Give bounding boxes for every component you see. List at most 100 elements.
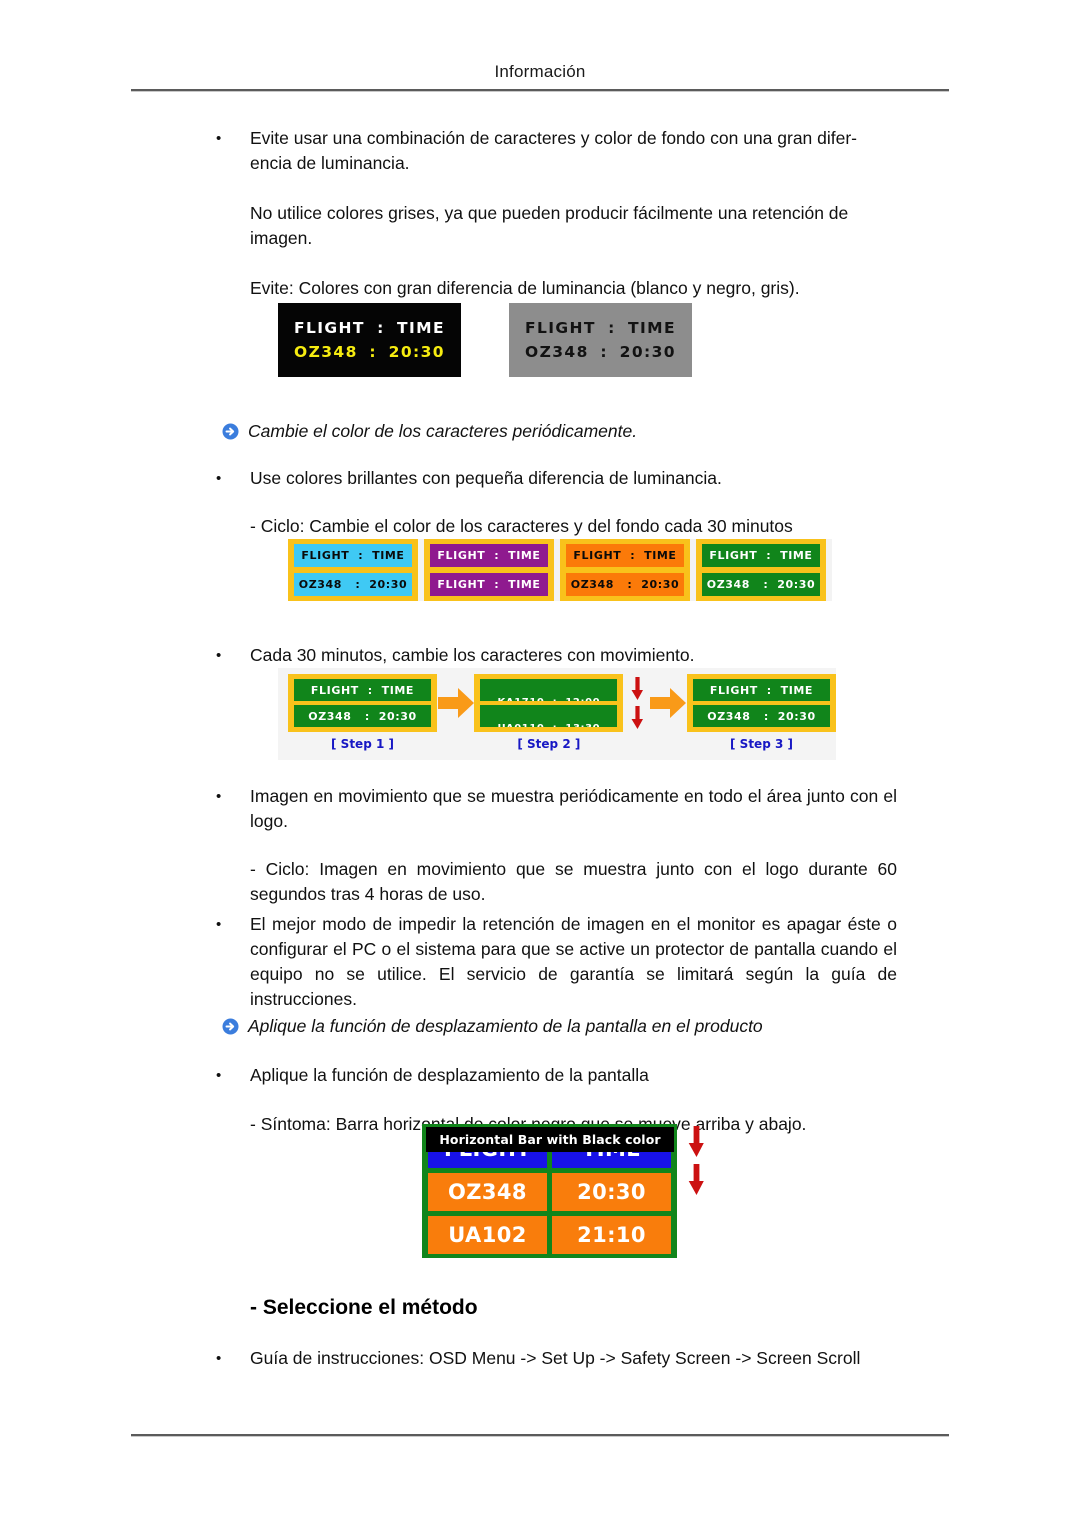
color-box-orange: FLIGHT : TIME OZ348 : 20:30 [560,539,690,601]
hbar-cell-2110: 21:10 [552,1216,671,1254]
step-2-row1-line-a: KA1710 : 12:00 [480,697,617,701]
section-heading-select-method: - Seleccione el método [250,1296,478,1319]
flight-time: 20:30 [619,343,676,361]
arrow-circle-icon [222,1018,239,1035]
color-box-orange-row1: FLIGHT : TIME [566,544,684,567]
separator-colon: : [600,343,609,361]
bullet-text-line1: Evite usar una combinación de caracteres… [250,128,858,148]
text-block-change-color: Cambie el color de los caracteres periód… [131,419,949,539]
text-block-select-method: - Seleccione el método • Guía de instruc… [131,1296,949,1371]
text-block-moving-image: • Imagen en movimiento que se muestra pe… [131,784,949,907]
footer-divider [131,1434,949,1437]
step-2-row2-line-a: UA0110 : 13:30 [480,723,617,727]
figure-color-cycle-boxes: FLIGHT : TIME OZ348 : 20:30 FLIGHT : TIM… [288,539,832,601]
paragraph-cycle-30min: - Ciclo: Cambie el color de los caracter… [250,516,793,536]
color-box-purple-row1: FLIGHT : TIME [430,544,548,567]
paragraph-avoid-luminance: Evite: Colores con gran diferencia de lu… [250,278,800,298]
color-box-purple: FLIGHT : TIME FLIGHT : TIME [424,539,554,601]
flight-time: 20:30 [388,343,445,361]
bullet-item: • Guía de instrucciones: OSD Menu -> Set… [131,1346,949,1371]
bullet-marker: • [216,788,222,805]
orange-arrow-icon-2 [650,674,687,732]
hbar-cell-oz348: OZ348 [428,1173,547,1211]
color-box-cyan-row1: FLIGHT : TIME [294,544,412,567]
bullet-item: • Imagen en movimiento que se muestra pe… [131,784,949,834]
text-block-screen-scroll: Aplique la función de desplazamiento de … [131,1014,949,1137]
text-block-best-method: • El mejor modo de impedir la retención … [131,912,949,1012]
separator-colon: : [369,343,378,361]
separator-colon: : [377,319,385,337]
flight-label: FLIGHT [294,319,365,337]
bullet-text-move-characters: Cada 30 minutos, cambie los caracteres c… [250,645,695,665]
paragraph-cycle-60s: - Ciclo: Imagen en movimiento que se mue… [250,859,897,904]
flight-number: OZ348 [525,343,589,361]
bullet-item: • Evite usar una combinación de caracter… [131,126,949,176]
bullet-marker: • [216,470,222,487]
flight-label: FLIGHT [525,319,596,337]
step-3: FLIGHT : TIME OZ348 : 20:30 [ Step 3 ] [687,674,836,751]
bullet-marker: • [216,1350,222,1367]
bullet-marker: • [216,916,222,933]
color-box-green-row1: FLIGHT : TIME [702,544,820,567]
step-2-row1: KA1710 : 12:00 AA0025 : 12:35 [480,679,618,701]
step-1-panel: FLIGHT : TIME OZ348 : 20:30 [288,674,437,732]
step-1-row1: FLIGHT : TIME [294,679,431,701]
text-block-intro: • Evite usar una combinación de caracter… [131,126,949,301]
bullet-marker: • [216,1067,222,1084]
arrow-heading-text: Aplique la función de desplazamiento de … [248,1016,763,1036]
flight-number: OZ348 [294,343,358,361]
arrow-down-icon [688,1126,704,1157]
arrow-heading-change-color: Cambie el color de los caracteres periód… [222,419,949,443]
bullet-item: • Use colores brillantes con pequeña dif… [131,466,949,491]
bullet-marker: • [216,130,222,147]
color-box-cyan-row2: OZ348 : 20:30 [294,573,412,596]
flight-panel-gray-row1: FLIGHT : TIME [525,316,676,340]
flight-panel-black-row1: FLIGHT : TIME [294,316,445,340]
page-header: Información [131,62,949,82]
step-1-label: [ Step 1 ] [331,737,394,751]
step-2: KA1710 : 12:00 AA0025 : 12:35 UA0110 : 1… [474,674,624,751]
color-box-green: FLIGHT : TIME OZ348 : 20:30 [696,539,826,601]
step-3-row1: FLIGHT : TIME [693,679,830,701]
bullet-text-moving-image: Imagen en movimiento que se muestra peri… [250,786,897,831]
step-2-label: [ Step 2 ] [517,737,581,751]
bullet-text-apply-scroll: Aplique la función de desplazamiento de … [250,1065,649,1085]
arrow-heading-screen-scroll: Aplique la función de desplazamiento de … [222,1014,949,1038]
bullet-item: • Cada 30 minutos, cambie los caracteres… [131,643,949,668]
bullet-text-best-method: El mejor modo de impedir la retención de… [250,914,897,1009]
separator-colon: : [608,319,616,337]
paragraph-gray-colors: No utilice colores grises, ya que pueden… [250,203,849,248]
text-block-move-characters: • Cada 30 minutos, cambie los caracteres… [131,643,949,668]
step-1-row2: OZ348 : 20:30 [294,705,431,727]
time-label: TIME [397,319,445,337]
flight-panel-gray-row2: OZ348 : 20:30 [525,340,676,364]
bullet-item: • Aplique la función de desplazamiento d… [131,1063,949,1088]
step-3-label: [ Step 3 ] [730,737,793,751]
step-2-row2: UA0110 : 13:30 KL0125 : 13:50 [480,705,618,727]
figure-black-gray-panels: FLIGHT : TIME OZ348 : 20:30 FLIGHT : TIM… [278,303,692,377]
page-title: Información [494,62,586,81]
arrow-circle-icon [222,423,239,440]
bullet-text-line2: encia de luminancia. [250,153,410,173]
arrow-down-icon [631,705,643,729]
hbar-cell-ua102: UA102 [428,1216,547,1254]
header-divider [131,89,949,92]
flight-panel-black-row2: OZ348 : 20:30 [294,340,445,364]
horizontal-black-bar-overlay: Horizontal Bar with Black color [426,1127,674,1152]
bullet-text-bright-colors: Use colores brillantes con pequeña difer… [250,468,722,488]
color-box-cyan: FLIGHT : TIME OZ348 : 20:30 [288,539,418,601]
document-page: Información • Evite usar una combinación… [0,0,1080,1527]
arrow-down-icon [631,676,643,700]
color-box-orange-row2: OZ348 : 20:30 [566,573,684,596]
flight-panel-gray: FLIGHT : TIME OZ348 : 20:30 [509,303,692,377]
orange-arrow-icon-1 [437,674,474,732]
arrow-heading-text: Cambie el color de los caracteres periód… [248,421,638,441]
time-label: TIME [628,319,676,337]
bullet-marker: • [216,647,222,664]
arrow-down-icon [688,1164,704,1195]
step-2-panel: KA1710 : 12:00 AA0025 : 12:35 UA0110 : 1… [474,674,624,732]
bullet-text-osd-path: Guía de instrucciones: OSD Menu -> Set U… [250,1348,861,1368]
step-3-panel: FLIGHT : TIME OZ348 : 20:30 [687,674,836,732]
hbar-cell-2030: 20:30 [552,1173,671,1211]
flight-panel-black: FLIGHT : TIME OZ348 : 20:30 [278,303,461,377]
